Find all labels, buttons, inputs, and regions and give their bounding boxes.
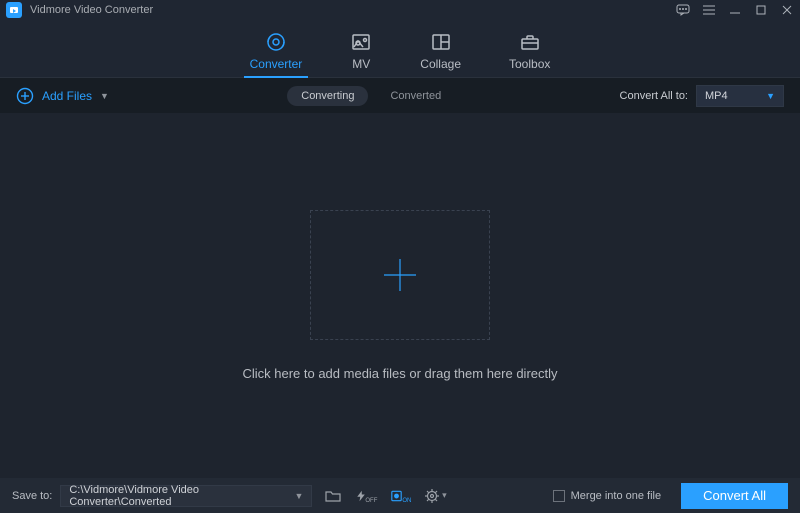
checkbox-icon	[553, 490, 565, 502]
maximize-icon[interactable]	[754, 3, 768, 17]
gear-icon	[424, 488, 440, 504]
titlebar: Vidmore Video Converter	[0, 0, 800, 20]
merge-label: Merge into one file	[571, 490, 662, 502]
main-area: Click here to add media files or drag th…	[0, 113, 800, 478]
mv-icon	[350, 31, 372, 53]
drop-hint-text: Click here to add media files or drag th…	[242, 366, 557, 381]
chevron-down-icon: ▼	[294, 491, 303, 501]
tab-toolbox-label: Toolbox	[509, 57, 550, 71]
save-path-value: C:\Vidmore\Vidmore Video Converter\Conve…	[69, 484, 294, 508]
drop-zone[interactable]	[310, 210, 490, 340]
settings-button[interactable]: ▾	[422, 485, 448, 507]
format-select[interactable]: MP4 ▼	[696, 85, 784, 107]
add-files-label: Add Files	[42, 89, 92, 103]
app-title: Vidmore Video Converter	[30, 4, 153, 16]
tab-collage[interactable]: Collage	[420, 31, 461, 77]
close-icon[interactable]	[780, 3, 794, 17]
plus-circle-icon	[16, 87, 34, 105]
tab-collage-label: Collage	[420, 57, 461, 71]
menu-icon[interactable]	[702, 3, 716, 17]
plus-icon	[380, 255, 420, 295]
convert-all-button[interactable]: Convert All	[681, 483, 788, 509]
highspeed-toggle[interactable]: OFF	[354, 485, 380, 507]
tab-converter[interactable]: Converter	[250, 31, 303, 77]
status-converted[interactable]: Converted	[390, 90, 441, 102]
chevron-down-icon: ▼	[100, 91, 109, 101]
tab-converter-label: Converter	[250, 57, 303, 71]
collage-icon	[430, 31, 452, 53]
status-tabs: Converting Converted	[287, 86, 441, 106]
convert-all-label: Convert All to:	[620, 90, 688, 102]
tab-toolbox[interactable]: Toolbox	[509, 31, 550, 77]
main-tabs: Converter MV Collage Toolbox	[0, 20, 800, 78]
gpu-toggle[interactable]: ON	[388, 485, 414, 507]
open-folder-button[interactable]	[320, 485, 346, 507]
save-path-select[interactable]: C:\Vidmore\Vidmore Video Converter\Conve…	[60, 485, 312, 507]
tab-mv[interactable]: MV	[350, 31, 372, 77]
status-converting[interactable]: Converting	[287, 86, 368, 106]
chevron-down-icon: ▾	[442, 490, 447, 501]
subbar: Add Files ▼ Converting Converted Convert…	[0, 78, 800, 113]
add-files-button[interactable]: Add Files ▼	[16, 87, 109, 105]
chevron-down-icon: ▼	[766, 91, 775, 101]
minimize-icon[interactable]	[728, 3, 742, 17]
merge-checkbox[interactable]: Merge into one file	[553, 490, 662, 502]
tab-mv-label: MV	[352, 57, 370, 71]
save-to-label: Save to:	[12, 490, 52, 502]
toolbox-icon	[519, 31, 541, 53]
folder-icon	[325, 489, 341, 503]
app-logo	[6, 2, 22, 18]
convert-all-to: Convert All to: MP4 ▼	[620, 85, 784, 107]
format-selected: MP4	[705, 90, 728, 102]
bottombar: Save to: C:\Vidmore\Vidmore Video Conver…	[0, 478, 800, 513]
converter-icon	[265, 31, 287, 53]
feedback-icon[interactable]	[676, 3, 690, 17]
